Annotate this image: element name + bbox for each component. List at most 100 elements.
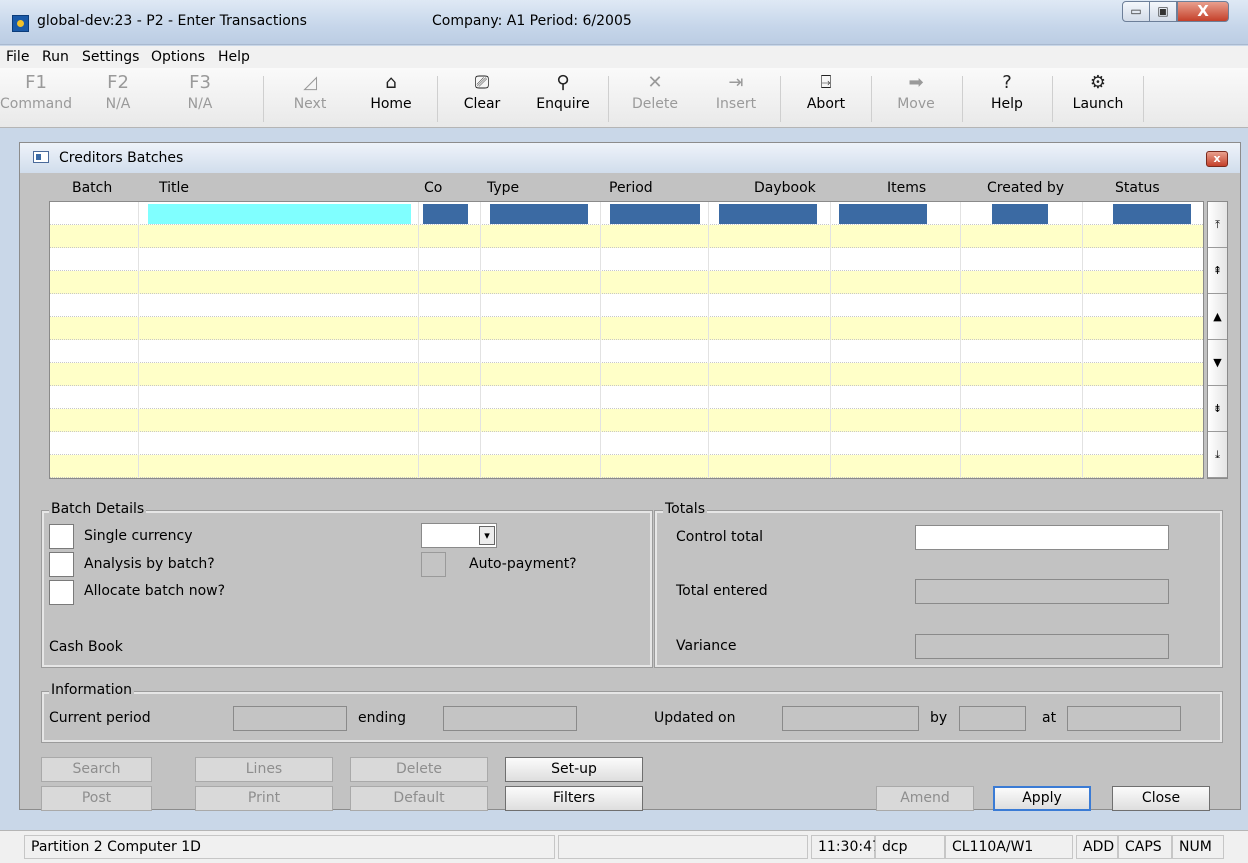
information-legend: Information: [49, 682, 135, 698]
co-cell[interactable]: [423, 204, 468, 224]
close-window-button[interactable]: X: [1177, 1, 1229, 22]
ending-label: ending: [358, 710, 407, 726]
table-row[interactable]: [50, 432, 1203, 455]
currency-dropdown[interactable]: ▾: [421, 523, 497, 548]
updated-on-label: Updated on: [654, 710, 736, 726]
filters-button[interactable]: Filters: [505, 786, 643, 811]
single-currency-checkbox[interactable]: [49, 524, 74, 549]
scroll-top-icon[interactable]: ⤒: [1208, 202, 1227, 248]
daybook-cell[interactable]: [719, 204, 817, 224]
scroll-down-icon[interactable]: ▼: [1208, 340, 1227, 386]
auto-payment-checkbox[interactable]: [421, 552, 446, 577]
grid-divider: [138, 202, 139, 478]
scroll-up-icon[interactable]: ▲: [1208, 294, 1227, 340]
maximize-button[interactable]: ▣: [1150, 1, 1177, 22]
menu-help[interactable]: Help: [218, 49, 250, 65]
launch-button[interactable]: ⚙ Launch: [1062, 68, 1134, 128]
post-button[interactable]: Post: [41, 786, 152, 811]
by-label: by: [930, 710, 948, 726]
help-button[interactable]: ? Help: [971, 68, 1043, 128]
control-total-label: Control total: [676, 529, 764, 545]
table-row[interactable]: [50, 340, 1203, 363]
chevron-down-icon[interactable]: ▾: [479, 526, 495, 545]
batches-grid[interactable]: [49, 201, 1204, 479]
title-cell-selected[interactable]: [148, 204, 411, 224]
na-f2-button[interactable]: F2 N/A: [82, 68, 154, 128]
created-by-cell[interactable]: [992, 204, 1048, 224]
next-button[interactable]: ◿ Next: [274, 68, 346, 128]
creditors-batches-window: Creditors Batches x Batch Title Co Type …: [19, 142, 1241, 811]
menu-settings[interactable]: Settings: [82, 49, 139, 65]
col-header-batch[interactable]: Batch: [72, 180, 112, 196]
scroll-page-down-icon[interactable]: ⇟: [1208, 386, 1227, 432]
f2-icon: F2: [107, 72, 129, 93]
clear-button[interactable]: ⎚ Clear: [446, 68, 518, 128]
table-row[interactable]: [50, 409, 1203, 432]
col-header-status[interactable]: Status: [1115, 180, 1160, 196]
delete-button[interactable]: Delete: [350, 757, 488, 782]
status-caps: CAPS: [1118, 835, 1172, 859]
lines-button[interactable]: Lines: [195, 757, 333, 782]
analysis-by-batch-checkbox[interactable]: [49, 552, 74, 577]
table-row[interactable]: [50, 225, 1203, 248]
status-cell[interactable]: [1113, 204, 1191, 224]
col-header-co[interactable]: Co: [424, 180, 442, 196]
search-button[interactable]: Search: [41, 757, 152, 782]
table-row[interactable]: [50, 455, 1203, 478]
col-header-type[interactable]: Type: [487, 180, 519, 196]
amend-button[interactable]: Amend: [876, 786, 974, 811]
command-button[interactable]: F1 Command: [0, 68, 72, 128]
table-row[interactable]: [50, 363, 1203, 386]
scroll-page-up-icon[interactable]: ⇞: [1208, 248, 1227, 294]
grid-divider: [708, 202, 709, 478]
home-button[interactable]: ⌂ Home: [355, 68, 427, 128]
col-header-daybook[interactable]: Daybook: [754, 180, 816, 196]
scroll-bottom-icon[interactable]: ⤓: [1208, 432, 1227, 478]
table-row[interactable]: [50, 248, 1203, 271]
table-row[interactable]: [50, 386, 1203, 409]
col-header-created-by[interactable]: Created by: [987, 180, 1064, 196]
enquire-button[interactable]: ⚲ Enquire: [527, 68, 599, 128]
allocate-batch-now-label: Allocate batch now?: [84, 583, 226, 599]
table-row[interactable]: [50, 294, 1203, 317]
toolbar-separator: [1052, 76, 1053, 122]
child-title-bar[interactable]: Creditors Batches x: [20, 143, 1240, 173]
child-window-title: Creditors Batches: [59, 150, 184, 166]
insert-icon: ⇥: [728, 72, 744, 93]
toolbar-separator: [608, 76, 609, 122]
period-cell[interactable]: [610, 204, 700, 224]
col-header-period[interactable]: Period: [609, 180, 653, 196]
close-button[interactable]: Close: [1112, 786, 1210, 811]
col-header-items[interactable]: Items: [887, 180, 926, 196]
menu-options[interactable]: Options: [151, 49, 205, 65]
delete-toolbar-button[interactable]: ✕ Delete: [619, 68, 691, 128]
variance-field: [915, 634, 1169, 659]
col-header-title[interactable]: Title: [159, 180, 189, 196]
insert-button[interactable]: ⇥ Insert: [700, 68, 772, 128]
allocate-batch-now-checkbox[interactable]: [49, 580, 74, 605]
minimize-button[interactable]: ▭: [1122, 1, 1150, 22]
na-f3-button[interactable]: F3 N/A: [164, 68, 236, 128]
menu-file[interactable]: File: [6, 49, 29, 65]
default-button[interactable]: Default: [350, 786, 488, 811]
print-button[interactable]: Print: [195, 786, 333, 811]
delete-icon: ✕: [647, 72, 663, 93]
type-cell[interactable]: [490, 204, 588, 224]
move-button[interactable]: ➡ Move: [880, 68, 952, 128]
grid-scrollbar[interactable]: ⤒ ⇞ ▲ ▼ ⇟ ⤓: [1207, 201, 1228, 479]
abort-button[interactable]: ⍈ Abort: [790, 68, 862, 128]
door-exit-icon: ⍈: [820, 72, 832, 93]
child-close-button[interactable]: x: [1206, 151, 1228, 167]
menu-run[interactable]: Run: [42, 49, 69, 65]
apply-button[interactable]: Apply: [993, 786, 1091, 811]
table-row[interactable]: [50, 202, 1203, 225]
updated-by-field: [959, 706, 1026, 731]
items-cell[interactable]: [839, 204, 927, 224]
table-row[interactable]: [50, 317, 1203, 340]
cash-book-label: Cash Book: [49, 639, 123, 655]
title-bar[interactable]: global-dev:23 - P2 - Enter Transactions …: [0, 0, 1248, 45]
control-total-input[interactable]: [915, 525, 1169, 550]
total-entered-field: [915, 579, 1169, 604]
setup-button[interactable]: Set-up: [505, 757, 643, 782]
table-row[interactable]: [50, 271, 1203, 294]
